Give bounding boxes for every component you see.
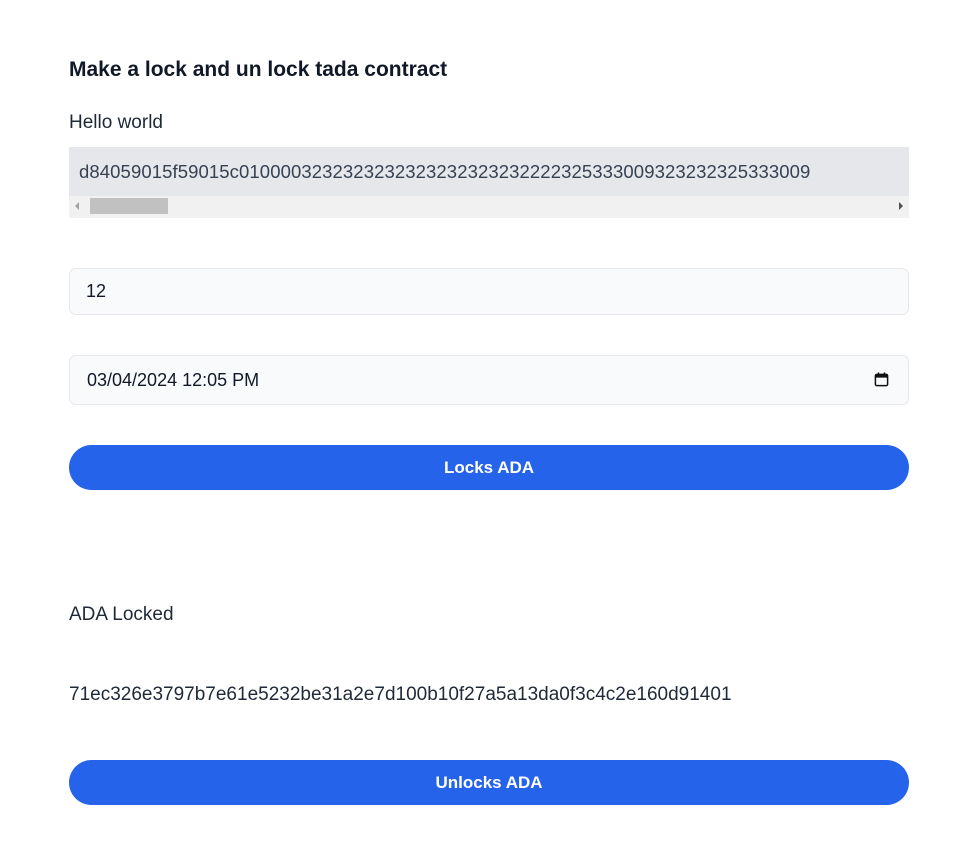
deadline-datetime-value: 03/04/2024 12:05 PM	[87, 370, 260, 390]
transaction-hash: 71ec326e3797b7e61e5232be31a2e7d100b10f27…	[69, 684, 732, 705]
scrollbar-thumb[interactable]	[90, 198, 168, 214]
lock-status-text: ADA Locked	[69, 604, 174, 625]
scroll-right-arrow-icon[interactable]	[899, 202, 903, 210]
greeting-text: Hello world	[69, 112, 163, 133]
scroll-left-arrow-icon[interactable]	[75, 202, 79, 210]
horizontal-scrollbar[interactable]	[69, 196, 909, 218]
unlock-ada-button[interactable]: Unlocks ADA	[69, 760, 909, 805]
script-code-text: d84059015f59015c010000323232323232323232…	[79, 161, 811, 182]
lock-ada-button[interactable]: Locks ADA	[69, 445, 909, 490]
ada-amount-input[interactable]	[69, 268, 909, 315]
calendar-icon[interactable]	[874, 372, 889, 387]
deadline-datetime-input[interactable]: 03/04/2024 12:05 PM	[69, 355, 909, 405]
page-title: Make a lock and un lock tada contract	[69, 58, 448, 81]
script-code-box: d84059015f59015c010000323232323232323232…	[69, 147, 909, 218]
